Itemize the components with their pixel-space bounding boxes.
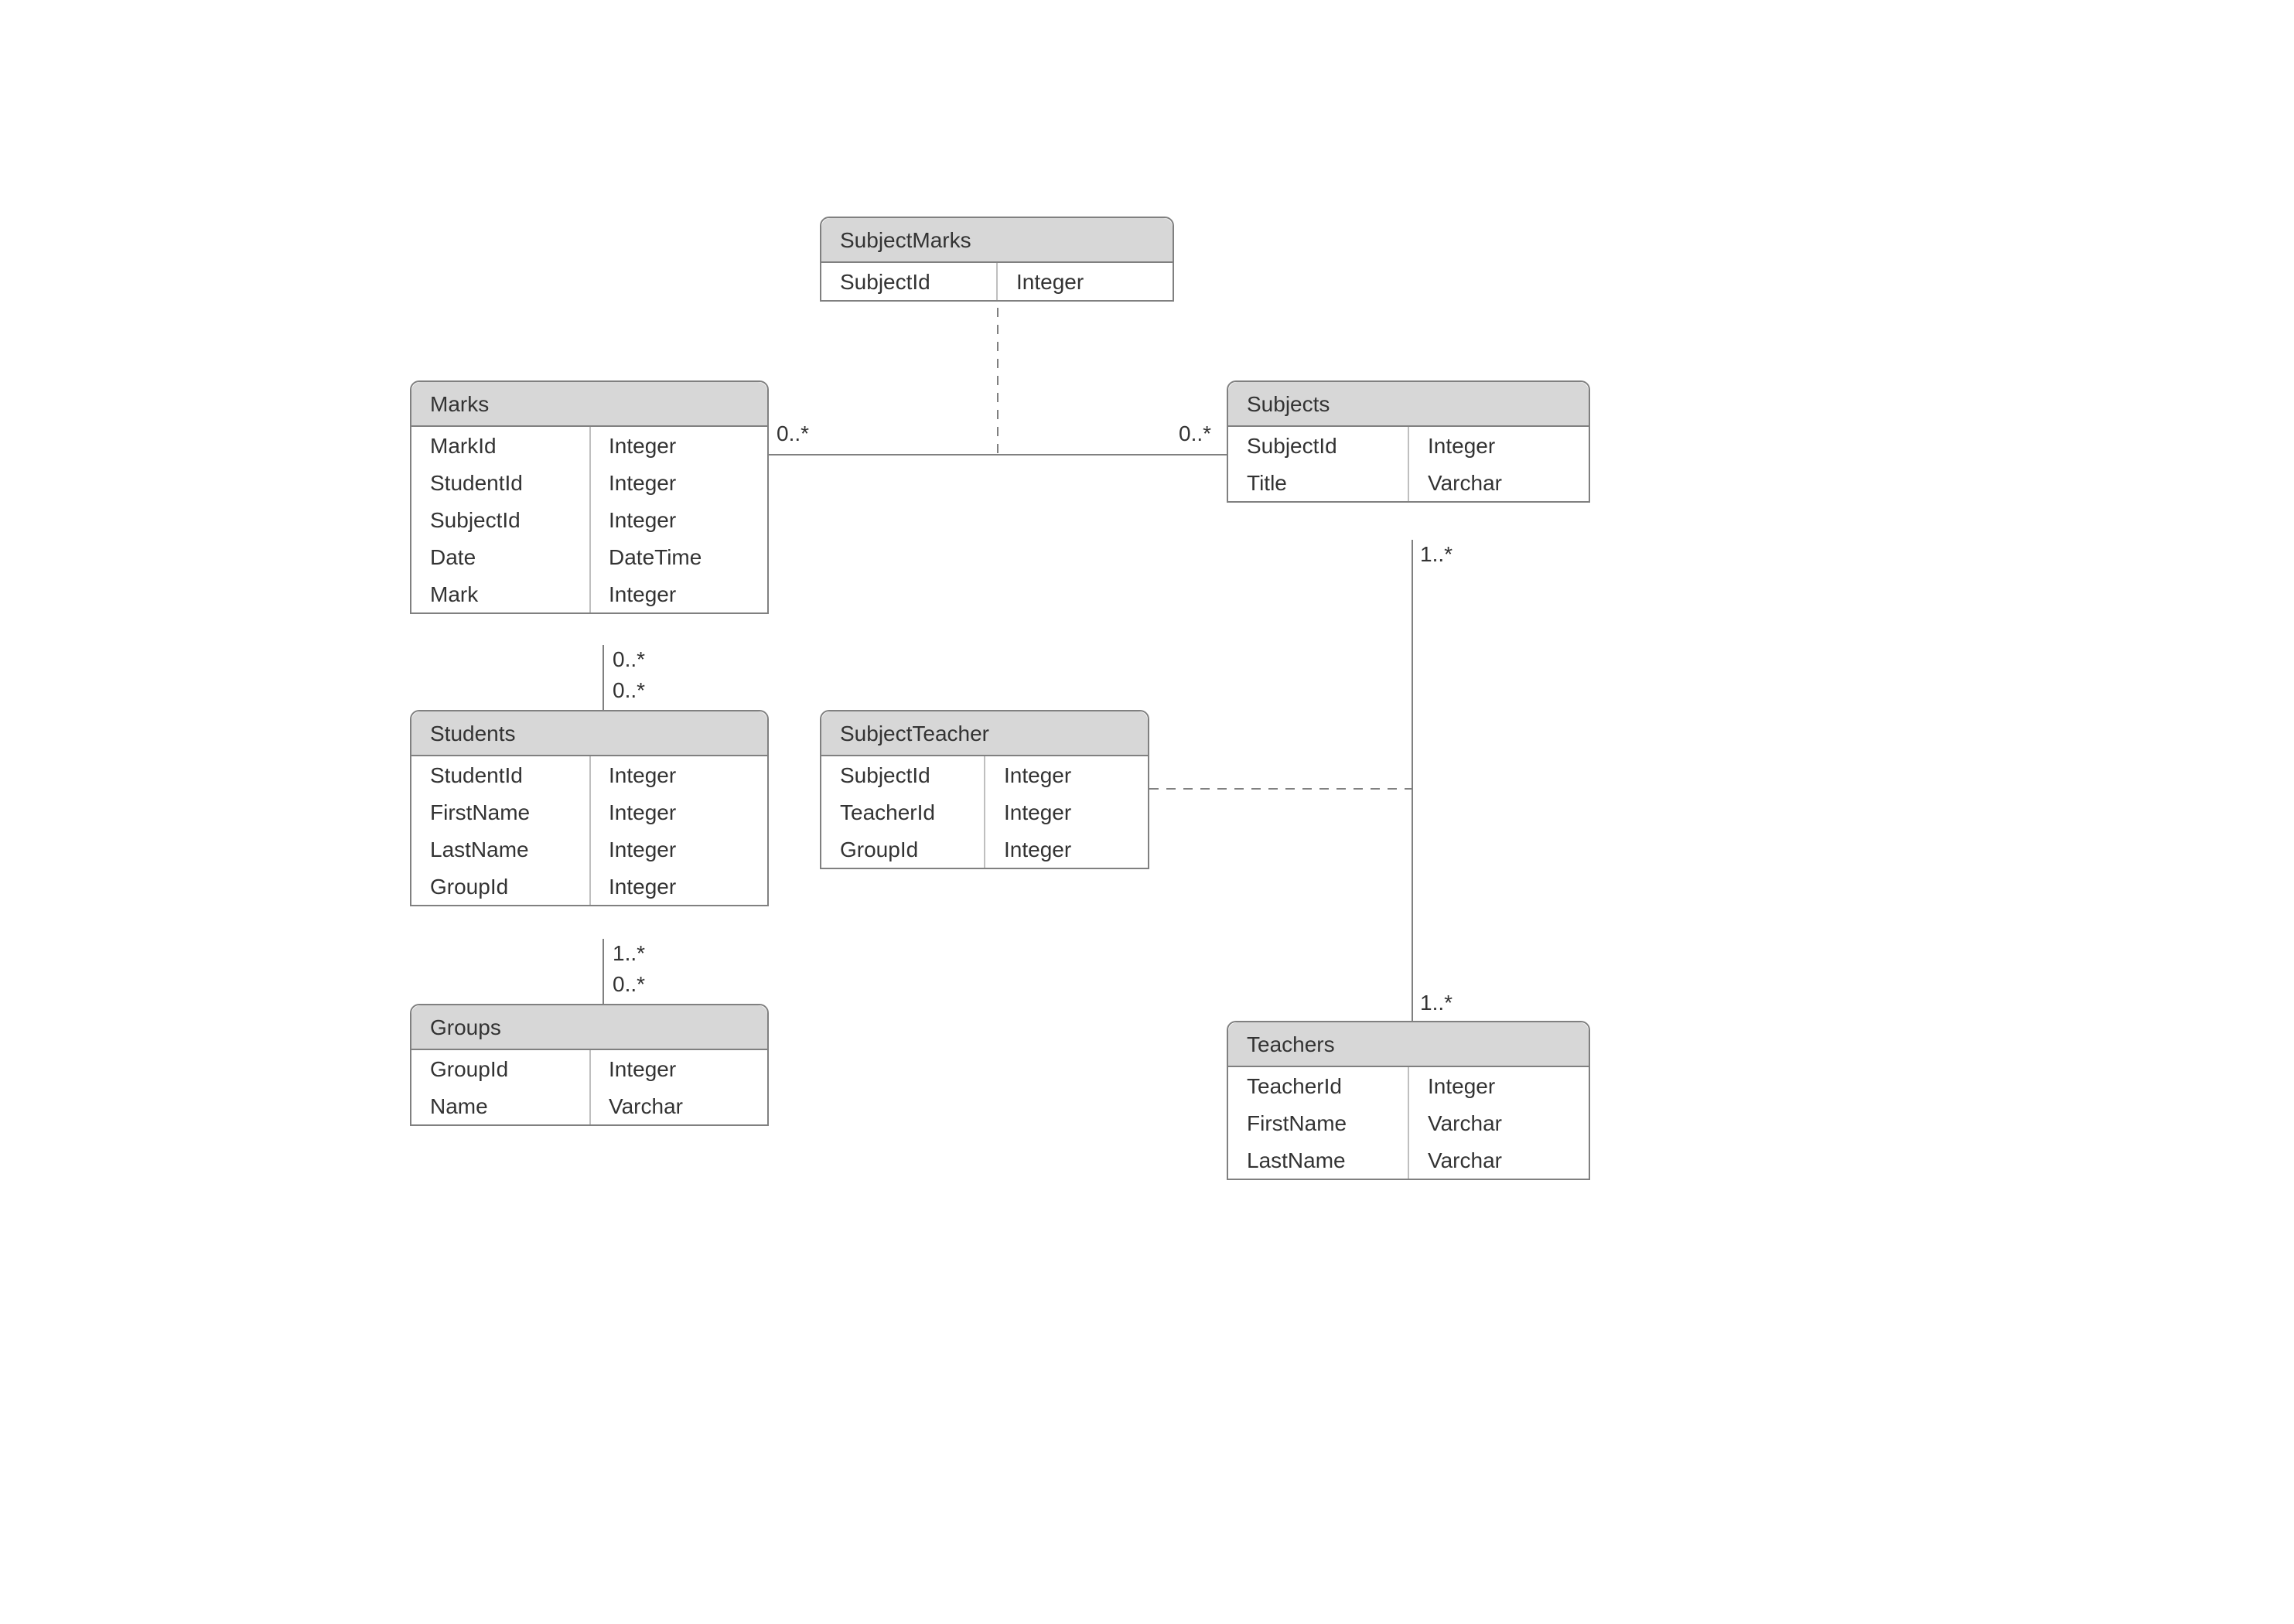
- table-row: GroupId Integer: [821, 831, 1148, 868]
- entity-teachers: Teachers TeacherId Integer FirstName Var…: [1227, 1021, 1590, 1180]
- attr-name: TeacherId: [821, 793, 985, 831]
- attr-type: Varchar: [589, 1087, 767, 1124]
- mult-marks-students-top: 0..*: [613, 647, 645, 671]
- attr-name: LastName: [1228, 1141, 1408, 1179]
- attr-type: Varchar: [1408, 464, 1589, 501]
- table-row: StudentId Integer: [411, 756, 767, 793]
- attr-type: Integer: [1408, 427, 1589, 464]
- entity-header: Subjects: [1228, 382, 1589, 427]
- table-row: TeacherId Integer: [821, 793, 1148, 831]
- table-row: GroupId Integer: [411, 1050, 767, 1087]
- attr-type: Integer: [589, 831, 767, 868]
- table-row: LastName Integer: [411, 831, 767, 868]
- entity-header: Teachers: [1228, 1022, 1589, 1067]
- attr-name: SubjectId: [821, 756, 985, 793]
- attr-name: GroupId: [411, 1050, 589, 1087]
- attr-type: DateTime: [589, 538, 767, 575]
- entity-header: SubjectMarks: [821, 218, 1173, 263]
- attr-name: SubjectId: [411, 501, 589, 538]
- entity-subjectmarks: SubjectMarks SubjectId Integer: [820, 217, 1174, 302]
- table-row: Name Varchar: [411, 1087, 767, 1124]
- table-row: Date DateTime: [411, 538, 767, 575]
- mult-students-groups-top: 1..*: [613, 940, 645, 965]
- entity-header: SubjectTeacher: [821, 711, 1148, 756]
- attr-name: GroupId: [821, 831, 985, 868]
- table-row: SubjectId Integer: [821, 263, 1173, 300]
- attr-type: Integer: [589, 756, 767, 793]
- attr-name: GroupId: [411, 868, 589, 905]
- table-row: StudentId Integer: [411, 464, 767, 501]
- table-row: SubjectId Integer: [821, 756, 1148, 793]
- mult-marks-subjects-right: 0..*: [1179, 421, 1211, 445]
- attr-type: Integer: [589, 501, 767, 538]
- table-row: SubjectId Integer: [1228, 427, 1589, 464]
- entity-students: Students StudentId Integer FirstName Int…: [410, 710, 769, 906]
- attr-name: TeacherId: [1228, 1067, 1408, 1104]
- attr-type: Integer: [1408, 1067, 1589, 1104]
- attr-type: Integer: [985, 756, 1148, 793]
- attr-type: Integer: [589, 427, 767, 464]
- table-row: MarkId Integer: [411, 427, 767, 464]
- mult-students-groups-bottom: 0..*: [613, 971, 645, 996]
- entity-marks: Marks MarkId Integer StudentId Integer S…: [410, 380, 769, 614]
- er-diagram-canvas: SubjectMarks SubjectId Integer Marks Mar…: [0, 0, 2294, 1624]
- table-row: Mark Integer: [411, 575, 767, 612]
- attr-name: Name: [411, 1087, 589, 1124]
- attr-name: SubjectId: [1228, 427, 1408, 464]
- attr-type: Integer: [589, 575, 767, 612]
- attr-type: Integer: [985, 831, 1148, 868]
- table-row: LastName Varchar: [1228, 1141, 1589, 1179]
- entity-header: Students: [411, 711, 767, 756]
- attr-type: Integer: [589, 1050, 767, 1087]
- attr-type: Integer: [589, 464, 767, 501]
- attr-name: MarkId: [411, 427, 589, 464]
- attr-name: Title: [1228, 464, 1408, 501]
- table-row: FirstName Integer: [411, 793, 767, 831]
- entity-subjects: Subjects SubjectId Integer Title Varchar: [1227, 380, 1590, 503]
- attr-name: StudentId: [411, 756, 589, 793]
- attr-type: Integer: [589, 793, 767, 831]
- attr-type: Integer: [985, 793, 1148, 831]
- mult-subjects-teachers-bottom: 1..*: [1420, 990, 1453, 1015]
- table-row: TeacherId Integer: [1228, 1067, 1589, 1104]
- attr-name: LastName: [411, 831, 589, 868]
- attr-name: StudentId: [411, 464, 589, 501]
- table-row: GroupId Integer: [411, 868, 767, 905]
- attr-name: Date: [411, 538, 589, 575]
- entity-header: Marks: [411, 382, 767, 427]
- attr-type: Varchar: [1408, 1141, 1589, 1179]
- entity-subjectteacher: SubjectTeacher SubjectId Integer Teacher…: [820, 710, 1149, 869]
- attr-name: SubjectId: [821, 263, 997, 300]
- table-row: SubjectId Integer: [411, 501, 767, 538]
- table-row: Title Varchar: [1228, 464, 1589, 501]
- mult-marks-subjects-left: 0..*: [777, 421, 809, 445]
- attr-type: Integer: [997, 263, 1173, 300]
- entity-groups: Groups GroupId Integer Name Varchar: [410, 1004, 769, 1126]
- attr-name: FirstName: [1228, 1104, 1408, 1141]
- table-row: FirstName Varchar: [1228, 1104, 1589, 1141]
- mult-subjects-teachers-top: 1..*: [1420, 541, 1453, 566]
- mult-marks-students-bottom: 0..*: [613, 677, 645, 702]
- attr-type: Integer: [589, 868, 767, 905]
- attr-name: FirstName: [411, 793, 589, 831]
- attr-type: Varchar: [1408, 1104, 1589, 1141]
- entity-header: Groups: [411, 1005, 767, 1050]
- attr-name: Mark: [411, 575, 589, 612]
